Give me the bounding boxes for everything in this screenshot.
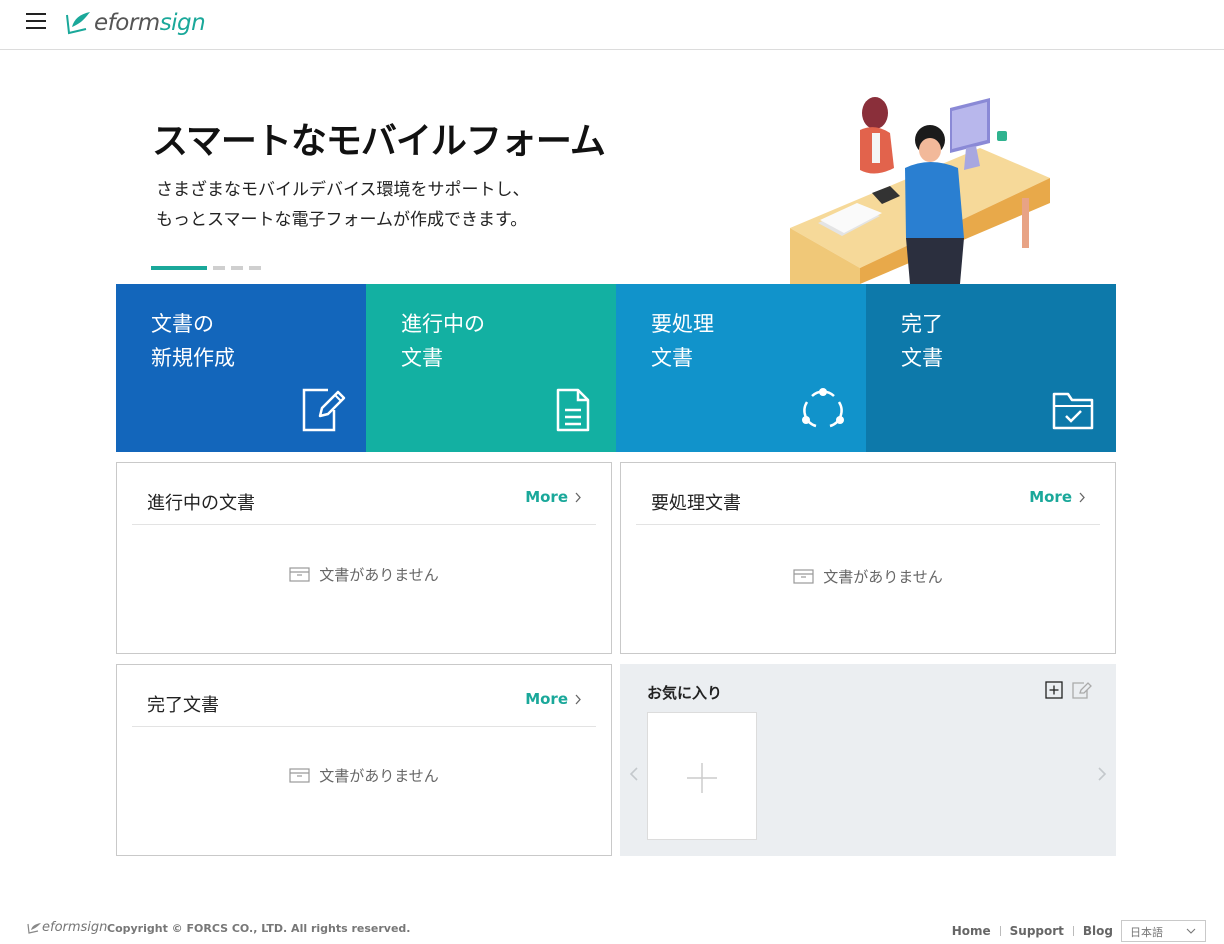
tile-in-progress-documents[interactable]: 進行中の 文書 bbox=[366, 284, 616, 452]
panel-title: 要処理文書 bbox=[651, 493, 741, 514]
edit-favorites-button[interactable] bbox=[1072, 681, 1092, 699]
inbox-empty-icon bbox=[289, 567, 310, 582]
slide-dot-1[interactable] bbox=[151, 266, 207, 270]
empty-state: 文書がありません bbox=[117, 765, 611, 786]
language-select[interactable]: 日本語 bbox=[1121, 920, 1206, 942]
chevron-right-icon bbox=[575, 492, 581, 502]
top-header: eformsign bbox=[0, 0, 1224, 50]
slide-indicator bbox=[151, 266, 261, 270]
divider bbox=[1072, 926, 1074, 936]
divider bbox=[132, 726, 596, 727]
panel-in-progress-documents: 進行中の文書 More 文書がありません bbox=[116, 462, 612, 654]
copyright-text: Copyright © FORCS CO., LTD. All rights r… bbox=[107, 922, 411, 935]
inbox-empty-icon bbox=[793, 569, 814, 584]
tile-completed-documents[interactable]: 完了 文書 bbox=[866, 284, 1116, 452]
plus-icon bbox=[687, 763, 717, 793]
banner-subtitle-line1: さまざまなモバイルデバイス環境をサポートし、 bbox=[156, 180, 530, 200]
logo-text: eformsign bbox=[94, 10, 206, 36]
eformsign-logo[interactable]: eformsign bbox=[64, 6, 206, 40]
panel-action-required-documents: 要処理文書 More 文書がありません bbox=[620, 462, 1116, 654]
footer-link-support[interactable]: Support bbox=[1010, 924, 1064, 938]
slide-dot-3[interactable] bbox=[231, 266, 243, 270]
empty-state: 文書がありません bbox=[117, 564, 611, 585]
hero-banner: スマートなモバイルフォーム さまざまなモバイルデバイス環境をサポートし、 もっと… bbox=[116, 50, 1116, 284]
panel-completed-documents: 完了文書 More 文書がありません bbox=[116, 664, 612, 856]
plus-square-icon bbox=[1045, 681, 1063, 699]
panel-title: 完了文書 bbox=[147, 695, 219, 716]
logo-leaf-icon bbox=[66, 12, 90, 35]
chevron-right-icon[interactable] bbox=[1096, 766, 1108, 782]
tile-new-document[interactable]: 文書の 新規作成 bbox=[116, 284, 366, 452]
chevron-right-icon bbox=[1079, 492, 1085, 502]
folder-check-icon bbox=[1052, 392, 1094, 430]
quick-action-tiles: 文書の 新規作成 進行中の 文書 要処理 文書 完了 文書 bbox=[116, 284, 1116, 452]
edit-document-icon bbox=[302, 388, 346, 432]
slide-dot-4[interactable] bbox=[249, 266, 261, 270]
logo-leaf-icon bbox=[27, 922, 41, 934]
panel-title: 進行中の文書 bbox=[147, 493, 255, 514]
favorites-title: お気に入り bbox=[647, 684, 723, 702]
footer: eformsign Copyright © FORCS CO., LTD. Al… bbox=[0, 914, 1224, 944]
banner-title: スマートなモバイルフォーム bbox=[152, 121, 606, 162]
banner-subtitle-line2: もっとスマートな電子フォームが作成できます。 bbox=[156, 210, 528, 230]
menu-icon[interactable] bbox=[26, 13, 46, 29]
document-icon bbox=[556, 388, 590, 432]
favorites-actions bbox=[1045, 681, 1092, 699]
more-link[interactable]: More bbox=[525, 690, 581, 708]
panel-favorites: お気に入り bbox=[620, 664, 1116, 856]
workflow-cycle-icon bbox=[802, 388, 844, 428]
add-favorite-button[interactable] bbox=[1045, 681, 1063, 699]
footer-logo: eformsign bbox=[26, 920, 107, 935]
tile-label: 文書の 新規作成 bbox=[151, 312, 235, 370]
inbox-empty-icon bbox=[289, 768, 310, 783]
tile-label: 要処理 文書 bbox=[651, 312, 714, 370]
tile-label: 進行中の 文書 bbox=[401, 312, 485, 370]
empty-state: 文書がありません bbox=[621, 566, 1115, 587]
banner-subtitle: さまざまなモバイルデバイス環境をサポートし、 もっとスマートな電子フォームが作成… bbox=[156, 175, 530, 235]
add-favorite-card[interactable] bbox=[647, 712, 757, 840]
footer-link-blog[interactable]: Blog bbox=[1083, 924, 1113, 938]
divider bbox=[999, 926, 1001, 936]
divider bbox=[636, 524, 1100, 525]
tile-label: 完了 文書 bbox=[901, 312, 943, 370]
footer-link-home[interactable]: Home bbox=[952, 924, 991, 938]
more-link[interactable]: More bbox=[1029, 488, 1085, 506]
divider bbox=[132, 524, 596, 525]
more-link[interactable]: More bbox=[525, 488, 581, 506]
edit-icon bbox=[1072, 682, 1092, 699]
slide-dot-2[interactable] bbox=[213, 266, 225, 270]
chevron-left-icon[interactable] bbox=[628, 766, 640, 782]
chevron-right-icon bbox=[575, 694, 581, 704]
tile-action-required-documents[interactable]: 要処理 文書 bbox=[616, 284, 866, 452]
chevron-down-icon bbox=[1186, 928, 1196, 934]
footer-links: Home Support Blog bbox=[952, 924, 1113, 938]
banner-illustration bbox=[790, 97, 1050, 284]
